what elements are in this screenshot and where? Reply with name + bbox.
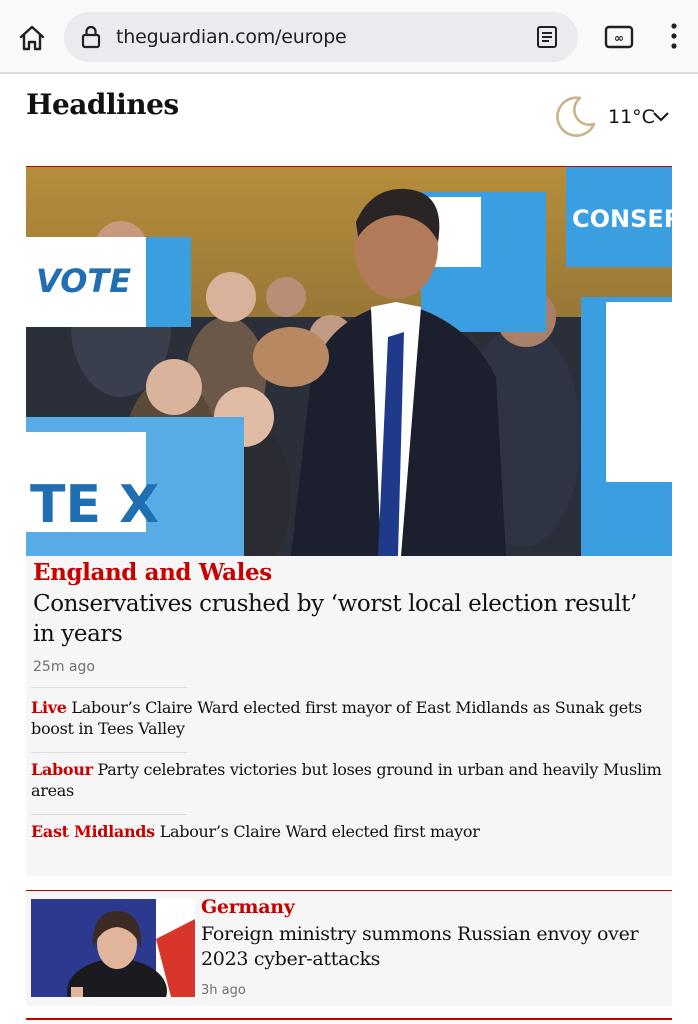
tab-switcher-icon[interactable]: ∞ bbox=[604, 24, 634, 50]
sign-vote-left: VOTE bbox=[36, 262, 131, 300]
sublink-kicker: Live bbox=[31, 698, 67, 717]
lock-icon[interactable] bbox=[78, 24, 104, 50]
overflow-menu-icon[interactable] bbox=[664, 20, 684, 52]
sign-conser: CONSER bbox=[572, 205, 672, 233]
section-title: Headlines bbox=[26, 88, 179, 121]
story-thumbnail[interactable] bbox=[31, 899, 195, 997]
reader-mode-icon[interactable] bbox=[534, 24, 560, 50]
sublink-3[interactable]: East Midlands Labour’s Claire Ward elect… bbox=[31, 821, 663, 842]
lead-kicker[interactable]: England and Wales bbox=[33, 559, 272, 586]
address-bar[interactable]: theguardian.com/europe bbox=[64, 12, 578, 62]
url-text[interactable]: theguardian.com/europe bbox=[116, 26, 347, 48]
temperature: 11°C bbox=[608, 106, 655, 128]
lead-headline[interactable]: Conservatives crushed by ‘worst local el… bbox=[33, 589, 663, 649]
sublink-kicker: Labour bbox=[31, 760, 93, 779]
moon-icon bbox=[552, 94, 598, 140]
divider bbox=[31, 752, 187, 753]
svg-text:∞: ∞ bbox=[614, 31, 624, 45]
home-icon[interactable] bbox=[16, 22, 48, 54]
divider bbox=[31, 687, 187, 688]
story-headline[interactable]: Foreign ministry summons Russian envoy o… bbox=[201, 922, 661, 972]
browser-toolbar: theguardian.com/europe ∞ bbox=[0, 0, 698, 74]
sublink-text: Party celebrates victories but loses gro… bbox=[31, 760, 662, 800]
lead-story-card[interactable]: VOTE TE X CONSER England and Wales Conse… bbox=[26, 166, 672, 876]
sublink-2[interactable]: Labour Party celebrates victories but lo… bbox=[31, 759, 663, 801]
sublink-kicker: East Midlands bbox=[31, 822, 155, 841]
next-card-rule bbox=[26, 1018, 672, 1020]
lead-story-image[interactable]: VOTE TE X CONSER bbox=[26, 167, 672, 556]
sublink-1[interactable]: Live Labour’s Claire Ward elected first … bbox=[31, 697, 663, 739]
weather-widget[interactable]: 11°C bbox=[552, 94, 682, 140]
divider bbox=[31, 814, 187, 815]
sublink-text: Labour’s Claire Ward elected first mayor… bbox=[31, 698, 642, 738]
story-kicker[interactable]: Germany bbox=[201, 896, 295, 918]
chevron-down-icon[interactable] bbox=[652, 108, 670, 122]
lead-age: 25m ago bbox=[33, 659, 95, 675]
sublink-text: Labour’s Claire Ward elected first mayor bbox=[159, 822, 480, 841]
story-age: 3h ago bbox=[201, 983, 246, 998]
story-card-germany[interactable]: Germany Foreign ministry summons Russian… bbox=[26, 890, 672, 1006]
sign-tex: TE X bbox=[30, 475, 159, 535]
